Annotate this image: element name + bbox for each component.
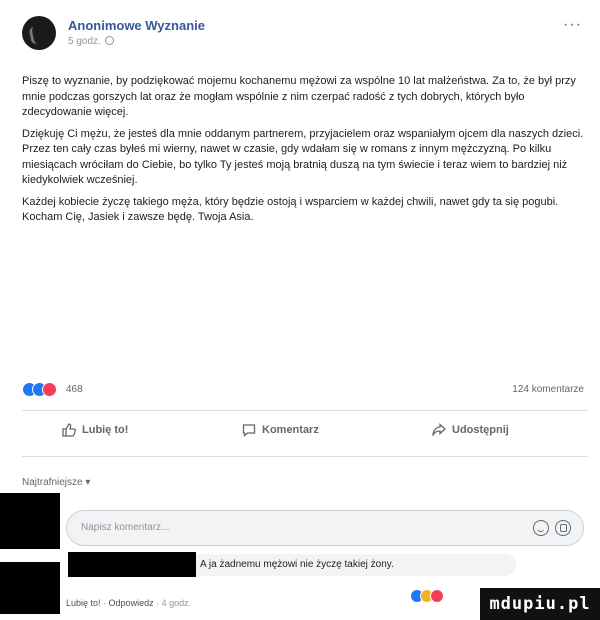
emoji-icon[interactable] [533,520,549,536]
commenter-avatar-redacted [0,562,60,614]
sticker-icon[interactable] [555,520,571,536]
comment-actions: Lubię to! · Odpowiedz · 4 godz. [66,598,191,608]
post-meta: 5 godz. [68,36,114,47]
comment-bubble-icon [242,424,256,437]
comment-bubble: A ja żadnemu mężowi nie życzę takiej żon… [196,554,516,576]
love-reaction-icon[interactable] [42,382,57,397]
comment-sort-dropdown[interactable]: Najtrafniejsze ▾ [22,477,90,488]
post-paragraph-3: Każdej kobiecie życzę takiego męża, któr… [22,195,559,224]
facebook-post: Anonimowe Wyznanie 5 godz. ··· Piszę to … [0,0,600,620]
share-arrow-icon [432,423,446,436]
comment-like-link[interactable]: Lubię to! [66,598,101,608]
comment-button[interactable]: Komentarz [242,423,319,437]
avatar-figure-icon [28,24,46,46]
share-button[interactable]: Udostępnij [432,423,509,437]
like-button[interactable]: Lubię to! [62,423,128,437]
love-reaction-icon [430,589,444,603]
comment-reactions[interactable] [410,588,460,606]
watermark-logo: mdupiu.pl [480,588,600,620]
like-button-label: Lubię to! [82,424,129,436]
post-body: Piszę to wyznanie, by podziękować mojemu… [22,74,587,232]
post-paragraph-1: Piszę to wyznanie, by podziękować mojemu… [22,75,576,118]
thumbs-up-icon [62,423,76,437]
post-paragraph-2: Dziękuję Ci mężu, że jesteś dla mnie odd… [22,127,584,187]
divider [22,456,588,457]
comment-button-label: Komentarz [262,424,319,436]
post-actions: Lubię to! Komentarz Udostępnij [22,420,588,448]
current-user-avatar-redacted [0,493,60,549]
reactions-summary: 468 124 komentarze [22,381,588,401]
commenter-name-redacted [68,552,196,577]
page-name-link[interactable]: Anonimowe Wyznanie [68,18,205,33]
post-timestamp[interactable]: 5 godz. [68,36,101,47]
comment-timestamp[interactable]: 4 godz. [162,598,192,608]
share-button-label: Udostępnij [452,424,509,436]
comment-text: A ja żadnemu mężowi nie życzę takiej żon… [200,559,394,570]
reaction-count[interactable]: 468 [66,384,83,395]
post-header: Anonimowe Wyznanie 5 godz. ··· [22,14,582,58]
comment-input[interactable]: Napisz komentarz... [66,510,584,546]
comment-reply-link[interactable]: Odpowiedz [109,598,154,608]
globe-icon [104,36,114,45]
divider [22,410,588,411]
page-avatar[interactable] [22,16,56,50]
comment-input-placeholder: Napisz komentarz... [81,522,170,533]
comment-count-link[interactable]: 124 komentarze [512,384,584,395]
more-options-icon[interactable]: ··· [563,16,582,34]
